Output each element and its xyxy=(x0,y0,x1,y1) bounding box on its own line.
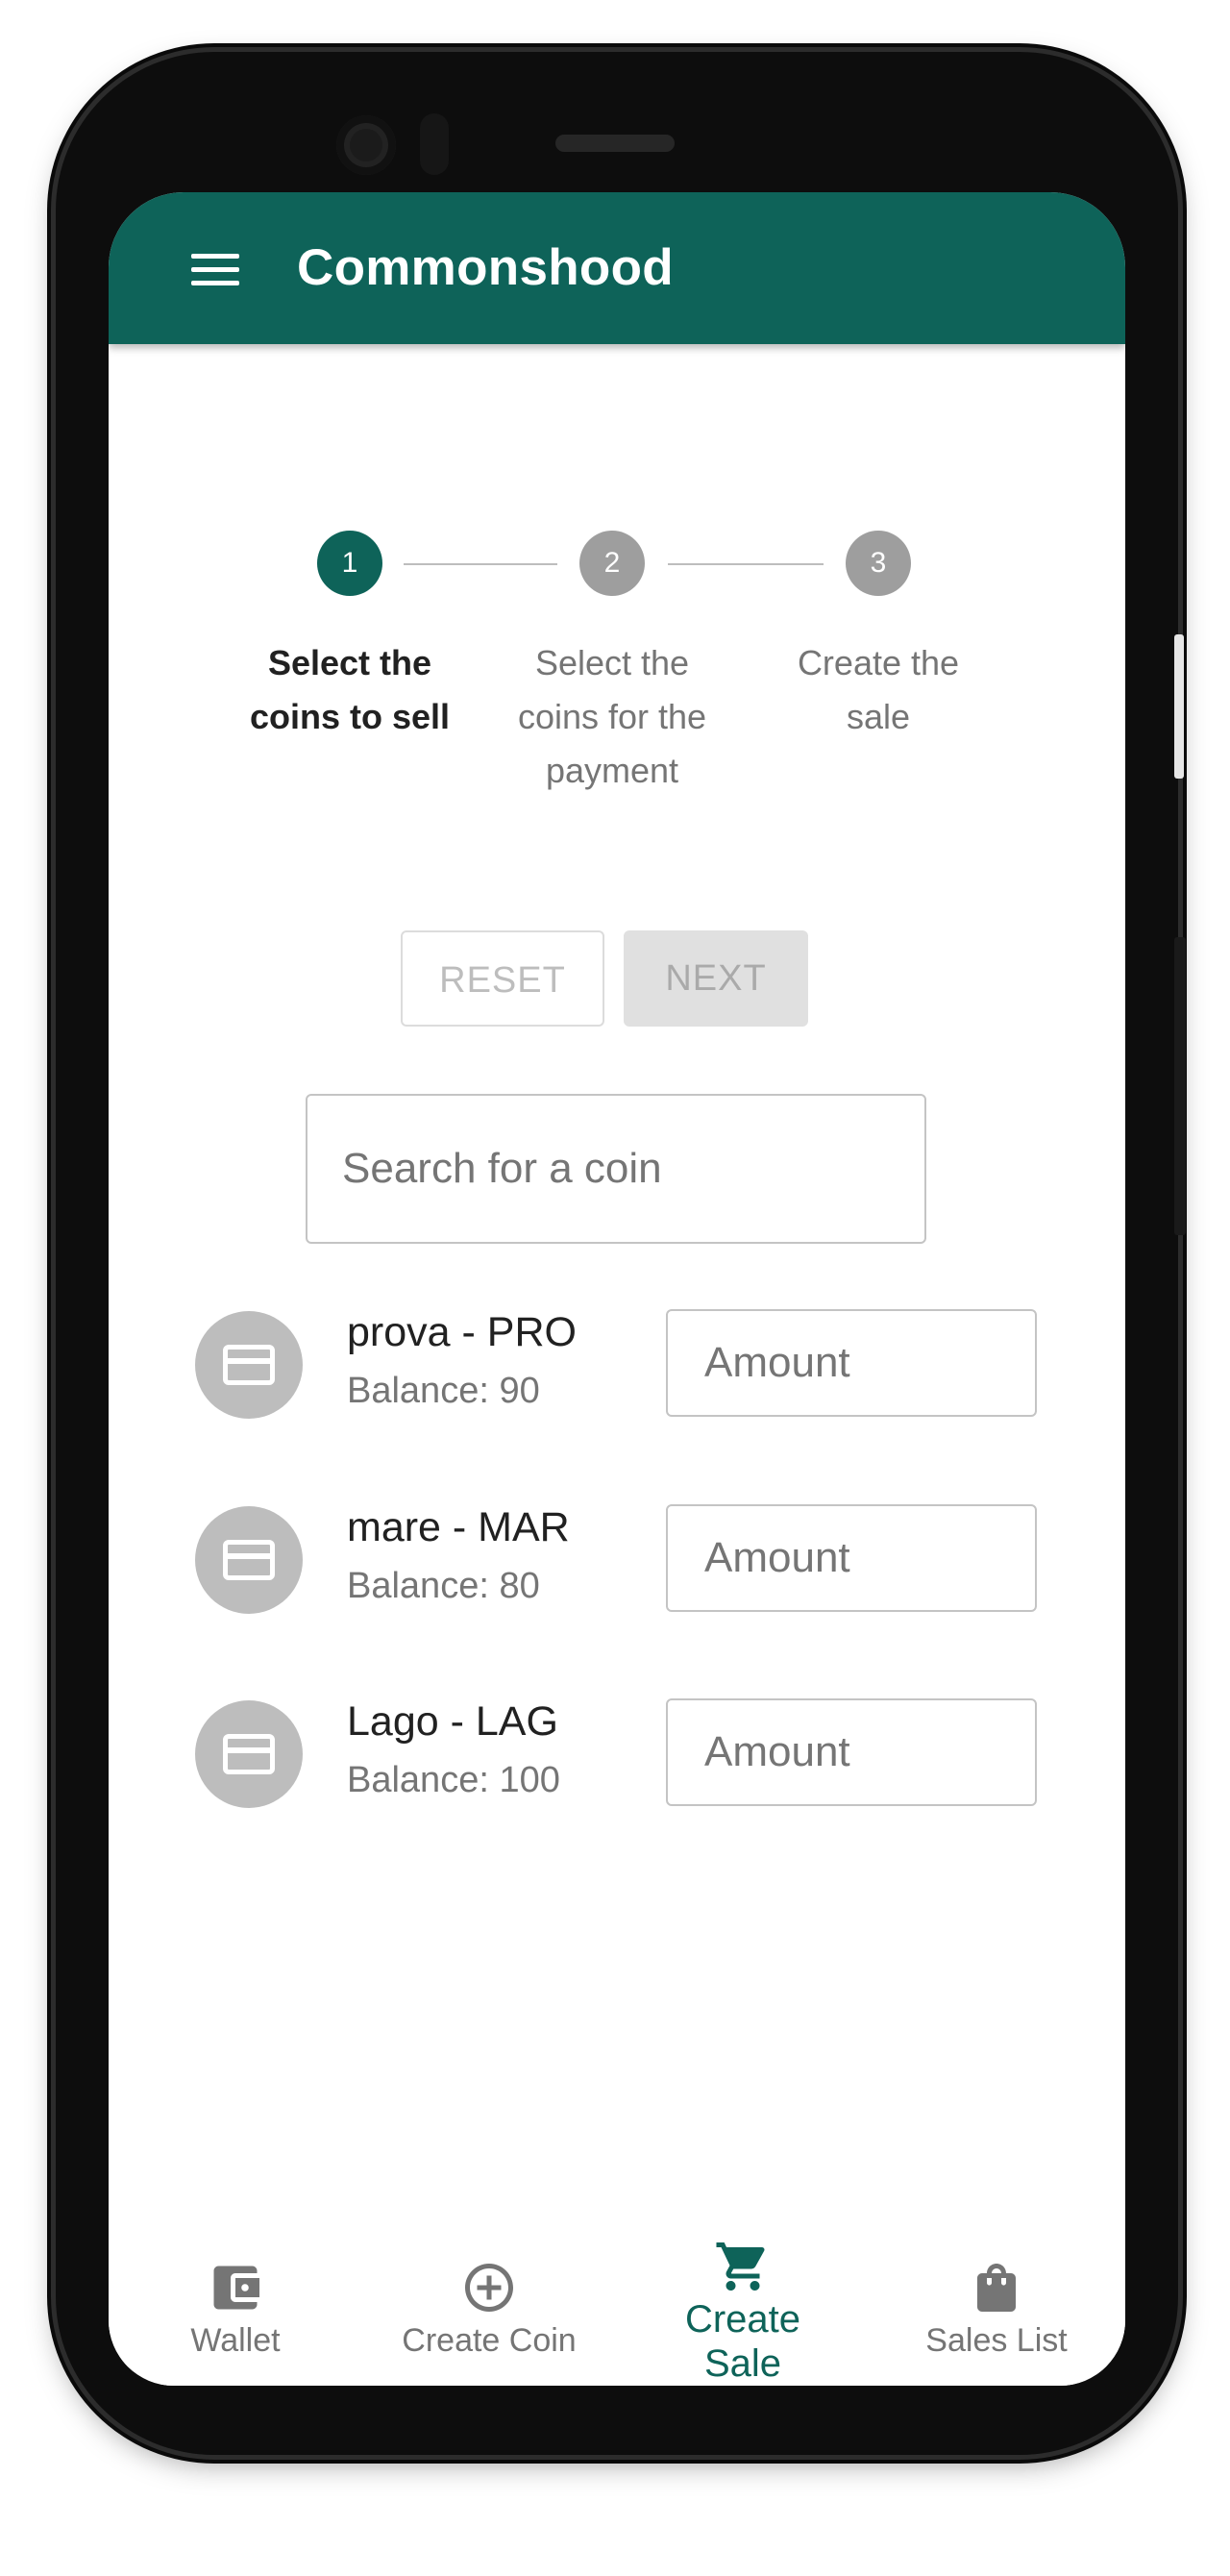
coin-balance: Balance: 80 xyxy=(347,1566,540,1606)
step-1-indicator: 1 xyxy=(317,531,382,596)
cart-icon xyxy=(716,2242,765,2291)
nav-wallet[interactable]: Wallet xyxy=(109,2211,362,2386)
nav-label: Sales List xyxy=(925,2322,1068,2359)
coin-balance: Balance: 90 xyxy=(347,1371,540,1411)
credit-card-icon xyxy=(195,1700,303,1808)
step-3-indicator: 3 xyxy=(846,531,911,596)
earpiece-speaker xyxy=(555,135,675,152)
nav-create-sale[interactable]: Create Sale xyxy=(616,2211,870,2386)
bottom-navigation: Wallet Create Coin Create Sale Sales Lis… xyxy=(109,2211,1125,2386)
app-bar: Commonshood xyxy=(109,192,1125,344)
volume-button xyxy=(1174,937,1186,1235)
nav-label: Wallet xyxy=(190,2322,281,2359)
amount-input[interactable] xyxy=(666,1698,1037,1806)
coin-name: Lago - LAG xyxy=(347,1698,558,1745)
credit-card-icon xyxy=(195,1506,303,1614)
credit-card-icon xyxy=(195,1311,303,1419)
next-button[interactable]: NEXT xyxy=(624,930,808,1027)
reset-button[interactable]: RESET xyxy=(401,930,604,1027)
step-1-label: Select the coins to sell xyxy=(249,643,451,736)
nav-create-coin[interactable]: Create Coin xyxy=(362,2211,616,2386)
coin-list-item: mare - MAR Balance: 80 xyxy=(109,1504,1125,1631)
shopping-bag-icon xyxy=(977,2264,1016,2312)
step-2-indicator: 2 xyxy=(579,531,645,596)
step-connector xyxy=(668,563,824,565)
step-3-label: Create the sale xyxy=(797,643,960,736)
wallet-icon xyxy=(213,2266,259,2310)
coin-list-item: prova - PRO Balance: 90 xyxy=(109,1309,1125,1436)
amount-input[interactable] xyxy=(666,1504,1037,1612)
nav-sales-list[interactable]: Sales List xyxy=(870,2211,1123,2386)
step-2-label: Select the coins for the payment xyxy=(517,643,707,790)
nav-label: Create Sale xyxy=(684,2298,801,2385)
app-screen: Commonshood 1 2 3 Select the coins to se… xyxy=(109,192,1125,2386)
nav-label: Create Coin xyxy=(402,2322,577,2359)
coin-list-item: Lago - LAG Balance: 100 xyxy=(109,1698,1125,1825)
step-connector xyxy=(404,563,557,565)
app-title: Commonshood xyxy=(297,239,674,296)
amount-input[interactable] xyxy=(666,1309,1037,1417)
proximity-sensor xyxy=(420,113,449,175)
coin-search-input[interactable] xyxy=(306,1094,926,1244)
menu-icon[interactable] xyxy=(191,252,239,286)
power-button xyxy=(1174,634,1184,779)
add-circle-icon xyxy=(465,2264,513,2312)
front-camera xyxy=(336,115,396,175)
coin-name: mare - MAR xyxy=(347,1504,570,1550)
coin-name: prova - PRO xyxy=(347,1309,577,1355)
coin-balance: Balance: 100 xyxy=(347,1760,560,1800)
